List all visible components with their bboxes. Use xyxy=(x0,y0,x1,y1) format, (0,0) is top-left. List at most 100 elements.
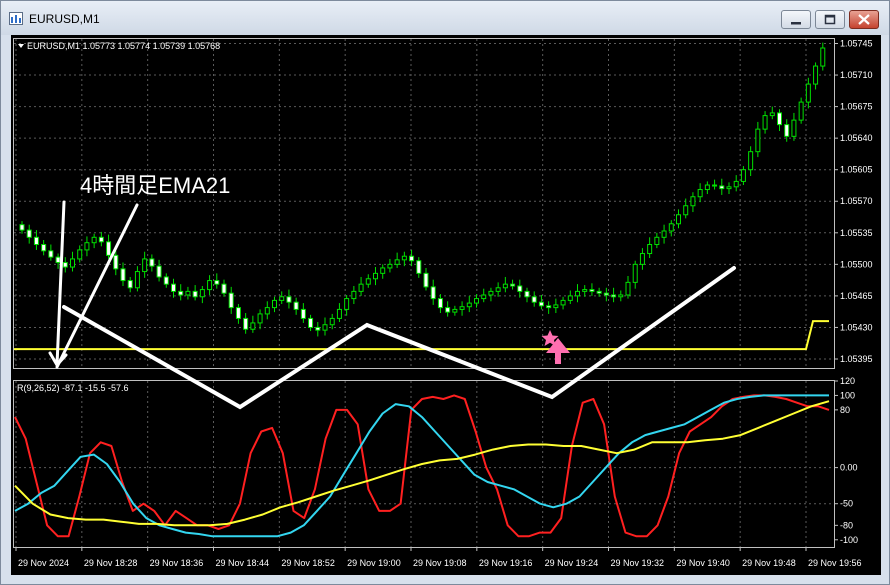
indicator-axis: 120 100 80 0.00 -50 -80 -100 xyxy=(834,376,858,545)
candle-body xyxy=(235,307,241,319)
candle-body xyxy=(488,290,494,296)
candle-body xyxy=(134,271,140,289)
indicator-tick-label: 80 xyxy=(840,405,850,415)
candle-body xyxy=(690,196,696,207)
candle-body xyxy=(387,263,393,269)
grid xyxy=(14,39,834,547)
chart-area[interactable]: 1.05745 1.05710 1.05675 1.05640 1.05605 1.055… xyxy=(11,35,881,575)
close-icon xyxy=(858,14,870,25)
window-title: EURUSD,M1 xyxy=(29,12,100,26)
candle-body xyxy=(308,317,314,328)
candle-body xyxy=(495,287,501,292)
price-tick-label: 1.05430 xyxy=(840,322,873,332)
candle-body xyxy=(221,283,227,294)
indicator-lines xyxy=(14,394,830,538)
candle-body xyxy=(84,242,90,251)
candle-body xyxy=(41,244,47,252)
candle-body xyxy=(538,301,544,307)
candle-body xyxy=(676,214,681,225)
candle-body xyxy=(250,322,256,330)
candle-body xyxy=(336,308,342,319)
title-bar[interactable]: EURUSD,M1 xyxy=(1,1,889,35)
candle-body xyxy=(91,236,97,244)
minimize-icon xyxy=(791,22,801,25)
candle-body xyxy=(106,241,112,256)
candle-body xyxy=(726,186,732,190)
time-tick-label: 29 Nov 18:28 xyxy=(84,558,138,568)
candle-body xyxy=(401,255,407,261)
candle-body xyxy=(517,285,523,292)
candle-body xyxy=(589,289,595,292)
candle-body xyxy=(329,317,335,326)
candle-body xyxy=(546,305,552,309)
time-tick-label: 29 Nov 19:24 xyxy=(545,558,599,568)
restore-icon xyxy=(824,14,836,25)
price-tick-label: 1.05395 xyxy=(840,354,873,364)
candle-body xyxy=(798,101,804,121)
candle-body xyxy=(625,281,631,296)
annotation-drawing xyxy=(48,200,736,410)
candle-body xyxy=(120,268,126,282)
candle-body xyxy=(322,324,328,331)
candle-body xyxy=(207,280,213,291)
candle-body xyxy=(98,236,104,243)
candle-body xyxy=(524,290,530,298)
price-tick-label: 1.05710 xyxy=(840,70,873,80)
candle-body xyxy=(618,294,624,298)
time-tick-label: 29 Nov 19:40 xyxy=(676,558,730,568)
price-pane-frame xyxy=(13,38,835,369)
chart-canvas[interactable]: 1.05745 1.05710 1.05675 1.05640 1.05605 1.055… xyxy=(11,35,881,575)
candle-body xyxy=(127,280,133,289)
indicator-series-line xyxy=(14,394,829,538)
candle-body xyxy=(639,253,645,265)
candle-body xyxy=(820,47,826,67)
candle-body xyxy=(683,205,689,216)
candle-body xyxy=(409,255,415,262)
candle-body xyxy=(437,298,443,309)
candle-body xyxy=(19,224,25,231)
candle-body xyxy=(214,280,220,285)
candle-body xyxy=(279,296,285,301)
indicator-tick-label: -80 xyxy=(840,520,853,530)
candle-body xyxy=(596,290,602,294)
candle-body xyxy=(264,307,270,315)
candle-body xyxy=(228,292,234,309)
candle-body xyxy=(740,169,746,182)
time-tick-label: 29 Nov 19:32 xyxy=(611,558,665,568)
candle-body xyxy=(445,307,451,313)
candle-body xyxy=(531,296,537,303)
candle-body xyxy=(365,278,371,285)
price-tick-label: 1.05745 xyxy=(840,39,873,49)
candle-body xyxy=(394,259,400,265)
candle-body xyxy=(603,292,609,296)
minimize-button[interactable] xyxy=(781,10,811,29)
time-axis: 29 Nov 2024 29 Nov 18:28 29 Nov 18:36 29 No… xyxy=(15,547,862,568)
candle-body xyxy=(791,119,797,137)
candle-body xyxy=(33,236,39,246)
price-tick-label: 1.05640 xyxy=(840,133,873,143)
candle-body xyxy=(199,289,205,298)
candle-body xyxy=(697,189,703,198)
candle-body xyxy=(632,263,638,283)
candle-body xyxy=(769,112,775,117)
time-tick-label: 29 Nov 18:44 xyxy=(216,558,270,568)
candle-body xyxy=(647,244,653,255)
candle-body xyxy=(373,272,378,280)
time-tick-label: 29 Nov 19:08 xyxy=(413,558,467,568)
chart-menu-icon[interactable] xyxy=(18,44,24,48)
candle-body xyxy=(26,229,32,238)
candle-body xyxy=(423,272,429,288)
restore-button[interactable] xyxy=(815,10,845,29)
candle-body xyxy=(466,302,472,308)
candle-body xyxy=(351,290,357,300)
chart-window: EURUSD,M1 1.05745 1.05710 1.05675 1.05640 1.… xyxy=(0,0,890,585)
candle-body xyxy=(257,313,263,324)
candle-body xyxy=(178,290,184,296)
candle-body xyxy=(70,258,75,268)
close-button[interactable] xyxy=(849,10,879,29)
candle-body xyxy=(553,304,559,309)
candle-body xyxy=(315,326,321,331)
time-tick-label: 29 Nov 19:48 xyxy=(742,558,796,568)
indicator-tick-label: 120 xyxy=(840,376,855,386)
candle-body xyxy=(712,184,718,187)
